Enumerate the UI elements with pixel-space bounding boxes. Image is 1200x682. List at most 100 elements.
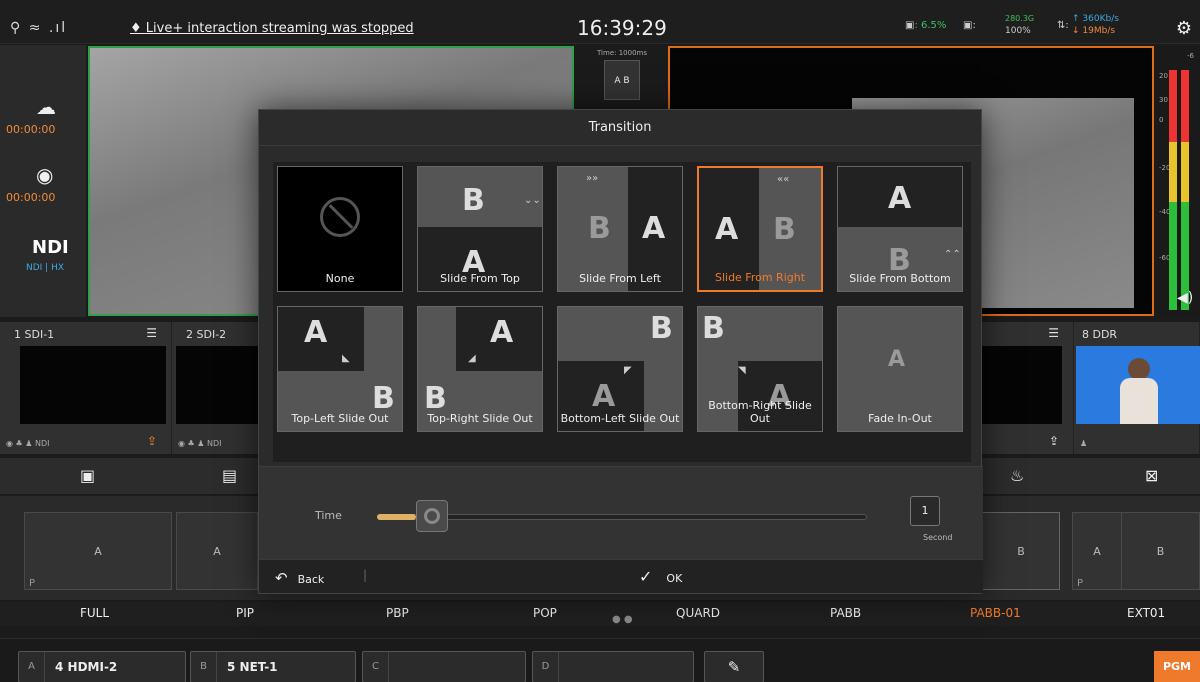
layout-cell: A xyxy=(94,544,102,558)
image-icon[interactable]: ▣ xyxy=(80,466,95,485)
source-status-icons: ◉ ♣ ♟ NDI xyxy=(178,439,222,448)
channel-d-button[interactable]: D xyxy=(532,651,694,682)
layout-full[interactable]: A P xyxy=(24,512,172,590)
ok-label: OK xyxy=(666,572,683,585)
meter-bar-left xyxy=(1169,70,1177,310)
layout-label-pabb-01[interactable]: PABB-01 xyxy=(970,606,1021,620)
pgm-button[interactable]: PGM xyxy=(1154,651,1200,682)
edit-icon[interactable]: ✎ xyxy=(704,651,764,682)
transition-time-label: Time: 1000ms xyxy=(597,49,647,57)
disk-used: 280.3G xyxy=(1005,14,1035,23)
letter-b: B xyxy=(372,381,395,416)
layout-label-full[interactable]: FULL xyxy=(80,606,109,620)
ndi-hx-label: NDI | HX xyxy=(26,263,65,273)
list-icon[interactable]: ☰ xyxy=(146,326,157,340)
transition-none[interactable]: None xyxy=(277,166,403,292)
source-screen xyxy=(176,346,260,424)
layout-pip[interactable]: A xyxy=(176,512,258,590)
layout-cell: B xyxy=(1121,513,1199,589)
cpu-stat: ▣: 6.5% xyxy=(905,20,947,31)
channel-c-button[interactable]: C xyxy=(362,651,526,682)
meter-label: 30 xyxy=(1159,96,1168,104)
time-value-box[interactable]: 1 xyxy=(910,496,940,526)
upload-icon[interactable]: ⇪ xyxy=(1049,434,1059,448)
layout-labels: FULL PIP PBP POP QUARD PABB PABB-01 EXT0… xyxy=(0,602,1200,626)
arrow-ne-icon: ◣ xyxy=(342,353,350,364)
back-button[interactable]: ↶ Back xyxy=(275,569,324,587)
meter-label: 0 xyxy=(1159,116,1164,124)
time-slider-handle[interactable] xyxy=(416,500,448,532)
letter-a-fade: A xyxy=(888,347,906,372)
channel-key: C xyxy=(363,652,389,682)
source-label: 8 DDR xyxy=(1082,328,1118,341)
ndi-logo[interactable]: NDI xyxy=(32,237,69,258)
layout-ext01[interactable]: A B P xyxy=(1072,512,1200,590)
left-control-strip: ☁ 00:00:00 ◉ 00:00:00 NDI NDI | HX xyxy=(0,45,86,317)
transition-slide-from-left[interactable]: B A »» Slide From Left xyxy=(557,166,683,292)
channel-value: 4 HDMI-2 xyxy=(55,660,118,674)
transition-ab-icon: A B xyxy=(604,60,640,100)
cloud-stream-icon[interactable]: ☁ xyxy=(36,95,56,119)
arrow-se-icon: ◥ xyxy=(738,365,746,376)
audio-mixer-icon[interactable]: ♨ xyxy=(1010,466,1024,485)
channel-b-button[interactable]: B 5 NET-1 xyxy=(190,651,356,682)
transition-name: Slide From Right xyxy=(714,271,806,284)
page-dots[interactable]: ● ● xyxy=(612,614,633,625)
transition-bottom-left-slide-out[interactable]: B ◤ A Bottom-Left Slide Out xyxy=(557,306,683,432)
time-unit: Second xyxy=(923,533,953,542)
letter-b: B xyxy=(650,311,673,346)
transition-grid: None B ⌄⌄ A Slide From Top B A »» Slide … xyxy=(273,162,971,462)
swap-layout-icon[interactable]: ⊠ xyxy=(1145,466,1158,485)
source-tile[interactable]: ☰ ⇪ xyxy=(982,322,1074,454)
stream-notice-link[interactable]: ♦ Live+ interaction streaming was stoppe… xyxy=(130,21,414,36)
transition-top-right-slide-out[interactable]: A ◢ B Top-Right Slide Out xyxy=(417,306,543,432)
transition-name: Top-Left Slide Out xyxy=(291,412,389,425)
channel-value: 5 NET-1 xyxy=(227,660,278,674)
transition-name: None xyxy=(325,272,355,285)
transition-slide-from-right[interactable]: A B «« Slide From Right xyxy=(697,166,823,292)
check-icon: ✓ xyxy=(639,567,653,586)
layout-p-label: P xyxy=(1077,578,1084,589)
transition-top-left-slide-out[interactable]: A ◣ B Top-Left Slide Out xyxy=(277,306,403,432)
chevrons-left-icon: «« xyxy=(777,174,790,185)
layout-label-pop[interactable]: POP xyxy=(533,606,557,620)
image-overlay-icon[interactable]: ▤ xyxy=(222,466,237,485)
list-icon[interactable]: ☰ xyxy=(1048,326,1059,340)
gear-icon[interactable]: ⚙ xyxy=(1176,18,1192,39)
time-slider-fill xyxy=(377,514,416,520)
layout-pabb-01[interactable]: B xyxy=(982,512,1060,590)
ddr-video-screen xyxy=(1076,346,1200,424)
chevrons-down-icon: ⌄⌄ xyxy=(524,195,541,206)
letter-b: B xyxy=(588,211,611,246)
channel-a-button[interactable]: A 4 HDMI-2 xyxy=(18,651,186,682)
dialog-footer: ↶ Back | ✓ OK xyxy=(259,559,983,593)
network-signal-icon: ⚲ ≈ .ıl xyxy=(10,20,68,36)
layout-label-pabb[interactable]: PABB xyxy=(830,606,861,620)
layout-label-pip[interactable]: PIP xyxy=(236,606,254,620)
clock: 16:39:29 xyxy=(577,16,667,40)
record-icon[interactable]: ◉ xyxy=(36,163,53,187)
source-tile[interactable]: 2 SDI-2 ◉ ♣ ♟ NDI xyxy=(172,322,260,454)
ok-button[interactable]: ✓ OK xyxy=(639,567,682,586)
bottom-bar: A 4 HDMI-2 B 5 NET-1 C D ✎ PGM xyxy=(0,638,1200,682)
speaker-icon[interactable]: ◀) xyxy=(1177,290,1193,306)
time-slider-track[interactable] xyxy=(377,514,867,520)
layout-label-pbp[interactable]: PBP xyxy=(386,606,409,620)
layout-label-quard[interactable]: QUARD xyxy=(676,606,720,620)
transition-name: Slide From Top xyxy=(440,272,520,285)
transition-fade-in-out[interactable]: A Fade In-Out xyxy=(837,306,963,432)
source-tile[interactable]: 8 DDR ♟ xyxy=(1074,322,1200,454)
layout-p-label: P xyxy=(29,578,36,589)
transition-slide-from-top[interactable]: B ⌄⌄ A Slide From Top xyxy=(417,166,543,292)
record-timer: 00:00:00 xyxy=(6,191,56,204)
layout-label-ext01[interactable]: EXT01 xyxy=(1127,606,1165,620)
upload-icon[interactable]: ⇪ xyxy=(147,434,157,448)
layout-cell: A xyxy=(213,544,221,558)
audio-meter: -6 20 30 0 -20 -40 -60 ◀) xyxy=(1157,46,1200,316)
transition-thumb[interactable]: Time: 1000ms A B xyxy=(579,46,665,116)
transition-bottom-right-slide-out[interactable]: B ◥ A Bottom-Right Slide Out xyxy=(697,306,823,432)
letter-a: A xyxy=(642,211,666,246)
layout-cell: B xyxy=(1017,544,1025,558)
transition-slide-from-bottom[interactable]: A B ⌃⌃ Slide From Bottom xyxy=(837,166,963,292)
source-tile[interactable]: 1 SDI-1 ☰ ◉ ♣ ♟ NDI ⇪ xyxy=(0,322,172,454)
